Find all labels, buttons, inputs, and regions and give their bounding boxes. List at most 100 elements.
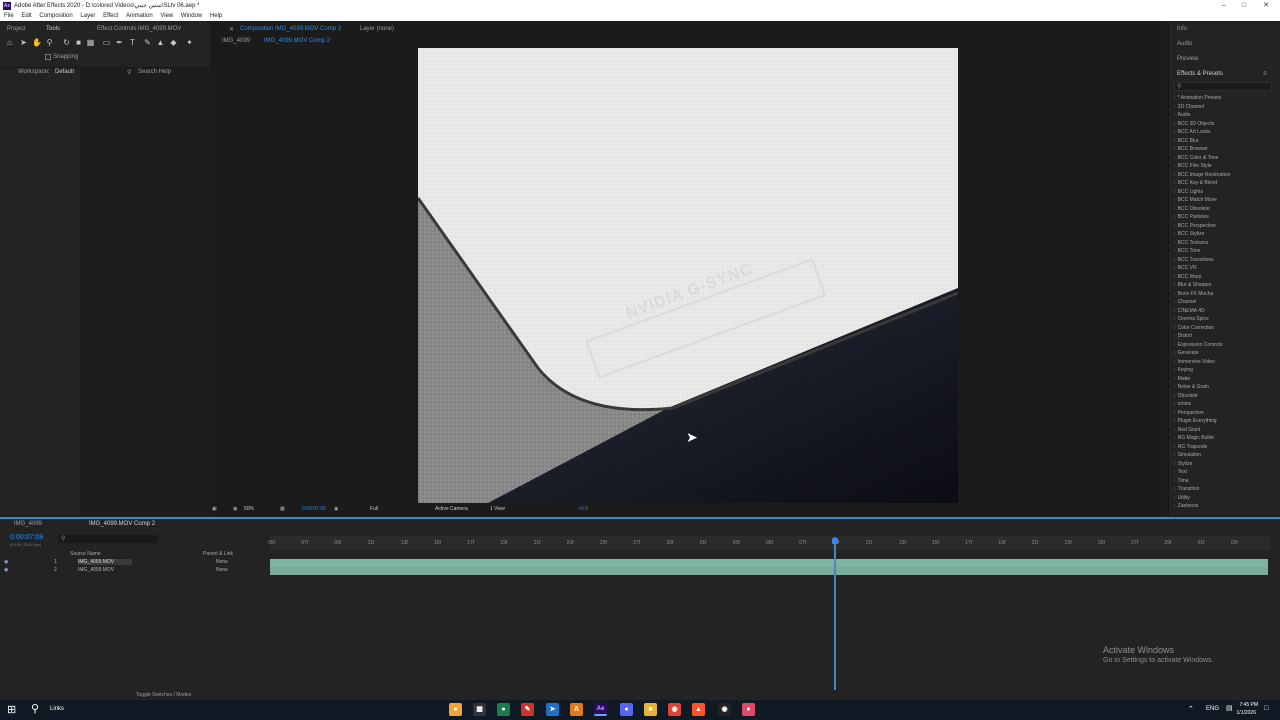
effect-category-item[interactable]: › Noise & Grain	[1174, 384, 1209, 390]
toggle-switches-modes[interactable]: Toggle Switches / Modes	[136, 692, 191, 698]
effect-category-item[interactable]: › Plugin Everything	[1174, 418, 1217, 424]
hand-tool-icon[interactable]: ✋	[32, 38, 42, 47]
effect-category-item[interactable]: › Color Correction	[1174, 325, 1214, 331]
effect-category-item[interactable]: › Channel	[1174, 299, 1196, 305]
exposure-value[interactable]: +0.0	[578, 506, 588, 512]
app-icon[interactable]: ●	[742, 703, 755, 716]
tab-layer[interactable]: Layer (none)	[360, 26, 394, 32]
effect-category-item[interactable]: › * Animation Presets	[1174, 95, 1221, 101]
effect-category-item[interactable]: › BCC Time	[1174, 248, 1200, 254]
eye-icon[interactable]: ◉	[4, 559, 8, 565]
eraser-tool-icon[interactable]: ◆	[169, 38, 178, 47]
notifications-icon[interactable]: □	[1264, 705, 1268, 712]
zoom-select[interactable]: 50%	[244, 506, 254, 512]
effect-category-item[interactable]: › Text	[1174, 469, 1187, 475]
effect-category-item[interactable]: › Matte	[1174, 376, 1190, 382]
grid-icon[interactable]: ▦	[280, 506, 285, 512]
close-icon[interactable]: ✕	[229, 26, 234, 33]
selection-tool-icon[interactable]: ➤	[19, 38, 28, 47]
menu-layer[interactable]: Layer	[80, 12, 95, 21]
zoom-tool-icon[interactable]: ⚲	[45, 38, 54, 47]
rotate-tool-icon[interactable]: ↻	[62, 38, 71, 47]
effect-category-item[interactable]: › 3D Channel	[1174, 104, 1204, 110]
layer-row[interactable]: ◉ 2 IMG_4099.MOV None	[0, 567, 268, 575]
menu-file[interactable]: File	[4, 12, 14, 21]
search-icon[interactable]: ⚲	[31, 702, 39, 715]
timeline-tab-active[interactable]: IMG_4099.MOV Comp 2	[89, 521, 155, 527]
timeline-tab[interactable]: IMG_4099	[14, 521, 42, 527]
layer-duration-bar[interactable]	[270, 567, 1268, 575]
menu-composition[interactable]: Composition	[39, 12, 72, 21]
tab-preview[interactable]: Preview	[1177, 56, 1198, 62]
menu-effect[interactable]: Effect	[103, 12, 118, 21]
snapshot-icon[interactable]: ▣	[212, 506, 217, 512]
effect-category-item[interactable]: › BCC Particles	[1174, 214, 1209, 220]
effect-category-item[interactable]: › Expression Controls	[1174, 342, 1222, 348]
camera-tool-icon[interactable]: ■	[74, 38, 83, 47]
effect-category-item[interactable]: › BCC Color & Tone	[1174, 155, 1218, 161]
pan-behind-tool-icon[interactable]: ▦	[86, 38, 95, 47]
effect-category-item[interactable]: › BCC Image Restoration	[1174, 172, 1230, 178]
search-help-input[interactable]: Search Help	[138, 69, 171, 75]
effect-category-item[interactable]: › Blur & Sharpen	[1174, 282, 1212, 288]
parent-select[interactable]: None	[216, 567, 228, 573]
effect-category-item[interactable]: › BCC 3D Objects	[1174, 121, 1214, 127]
pen-tool-icon[interactable]: ✒	[115, 38, 124, 47]
channels-icon[interactable]: ◉	[233, 506, 237, 512]
eye-icon[interactable]: ◉	[4, 567, 8, 573]
menu-edit[interactable]: Edit	[21, 12, 31, 21]
effect-category-item[interactable]: › BCC Blur	[1174, 138, 1199, 144]
windows-start-icon[interactable]: ⊞	[7, 703, 16, 716]
app-icon[interactable]: ●	[449, 703, 462, 716]
effect-category-item[interactable]: › BCC Stylize	[1174, 231, 1204, 237]
effect-category-item[interactable]: › Obsolete	[1174, 393, 1198, 399]
timeline-search-input[interactable]: ⚲	[58, 535, 158, 543]
effect-category-item[interactable]: › Distort	[1174, 333, 1192, 339]
rectangle-tool-icon[interactable]: ▭	[102, 38, 111, 47]
chrome-icon[interactable]: ◉	[668, 703, 681, 716]
breadcrumb-item[interactable]: IMG_4099	[222, 38, 250, 44]
text-tool-icon[interactable]: T	[128, 38, 137, 47]
tab-effect-controls[interactable]: Effect Controls IMG_4099.MOV	[97, 26, 181, 32]
clone-stamp-tool-icon[interactable]: ▲	[156, 38, 165, 47]
breadcrumb-item-active[interactable]: IMG_4099.MOV Comp 2	[264, 38, 330, 44]
taskbar-search[interactable]: Links	[50, 706, 64, 712]
folder-icon[interactable]: ■	[644, 703, 657, 716]
effect-category-item[interactable]: › Time	[1174, 478, 1189, 484]
resolution-select[interactable]: Full	[370, 506, 378, 512]
effect-category-item[interactable]: › RG Magic Bullet	[1174, 435, 1214, 441]
effect-category-item[interactable]: › BCC Art Looks	[1174, 129, 1210, 135]
effect-category-item[interactable]: › BCC Film Style	[1174, 163, 1212, 169]
effect-category-item[interactable]: › BCC Textures	[1174, 240, 1208, 246]
tab-project[interactable]: Project	[7, 26, 26, 32]
effect-category-item[interactable]: › Utility	[1174, 495, 1190, 501]
effect-category-item[interactable]: › BCC Perspective	[1174, 223, 1216, 229]
playhead-handle[interactable]	[832, 538, 838, 544]
app-icon[interactable]: ▦	[473, 703, 486, 716]
tab-info[interactable]: Info	[1177, 26, 1187, 32]
tray-chevron-icon[interactable]: ⌃	[1188, 705, 1194, 713]
menu-animation[interactable]: Animation	[126, 12, 153, 21]
effect-category-item[interactable]: › Keying	[1174, 367, 1193, 373]
parent-select[interactable]: None	[216, 559, 228, 565]
tab-tools[interactable]: Tools	[46, 26, 60, 32]
brave-icon[interactable]: ▲	[692, 703, 705, 716]
app-icon[interactable]: ◉	[718, 703, 731, 716]
close-icon[interactable]: ✕	[1260, 1, 1272, 11]
effect-category-item[interactable]: › Red Giant	[1174, 427, 1200, 433]
effect-category-item[interactable]: › BCC Warp	[1174, 274, 1201, 280]
brush-tool-icon[interactable]: ✎	[143, 38, 152, 47]
effects-search-input[interactable]: ⚲	[1174, 82, 1272, 91]
after-effects-icon[interactable]: Ae	[594, 703, 607, 716]
app-icon[interactable]: ●	[497, 703, 510, 716]
layer-name[interactable]: IMG_4099.MOV	[78, 567, 114, 573]
app-icon[interactable]: A	[570, 703, 583, 716]
vscode-icon[interactable]: ➤	[546, 703, 559, 716]
tab-audio[interactable]: Audio	[1177, 41, 1192, 47]
maximize-icon[interactable]: □	[1238, 1, 1250, 11]
effect-category-item[interactable]: › BCC Lights	[1174, 189, 1203, 195]
menu-window[interactable]: Window	[181, 12, 202, 21]
effect-category-item[interactable]: › Zaebects	[1174, 503, 1198, 509]
tab-effects-presets[interactable]: Effects & Presets	[1177, 71, 1223, 77]
effect-category-item[interactable]: › BCC VR	[1174, 265, 1197, 271]
